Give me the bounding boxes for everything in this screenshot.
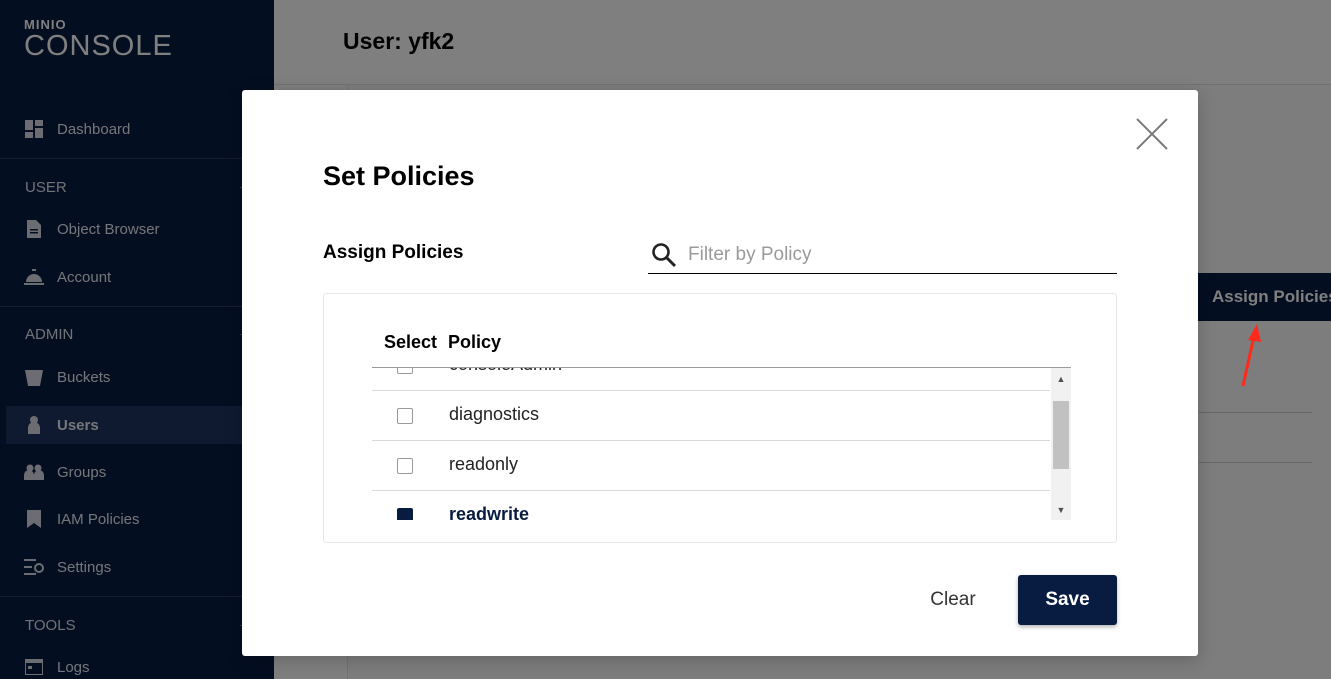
sidebar-item-label: Settings	[57, 558, 112, 576]
scroll-thumb[interactable]	[1053, 401, 1069, 469]
user-icon	[24, 415, 44, 435]
divider	[0, 306, 274, 307]
sidebar-item-buckets[interactable]: Buckets	[0, 358, 242, 396]
policies-table: Select Policy consoleAdmin diagnostics r…	[323, 293, 1117, 543]
sidebar-item-groups[interactable]: Groups	[0, 453, 242, 491]
policy-filter	[648, 237, 1117, 274]
set-policies-modal: Set Policies Assign Policies Select Poli…	[242, 90, 1198, 656]
sidebar-item-label: Logs	[57, 658, 90, 676]
policy-name: diagnostics	[449, 404, 540, 424]
sidebar-item-label: Dashboard	[57, 120, 131, 138]
table-row[interactable]: readonly	[372, 441, 1050, 491]
policy-filter-input[interactable]	[688, 244, 1108, 266]
table-row[interactable]: diagnostics	[372, 391, 1050, 441]
sidebar-item-object-browser[interactable]: Object Browser	[0, 210, 242, 248]
sidebar: MINIO CONSOLE Dashboard USER Object Brow…	[0, 0, 274, 679]
sidebar-item-label: Users	[57, 416, 99, 434]
groups-icon	[24, 462, 44, 482]
sidebar-item-settings[interactable]: Settings	[0, 548, 242, 586]
policy-name: readonly	[449, 454, 519, 474]
sidebar-item-label: Buckets	[57, 368, 111, 386]
service-bell-icon	[24, 267, 44, 287]
sidebar-item-label: Account	[57, 268, 112, 286]
divider	[0, 596, 274, 597]
policy-name: consoleAdmin	[449, 368, 562, 375]
annotation-arrow-icon	[1241, 324, 1261, 387]
close-icon[interactable]	[1136, 118, 1168, 150]
file-icon	[24, 219, 44, 239]
divider	[1199, 462, 1312, 463]
page-title: User: yfk2	[343, 28, 455, 54]
policy-checkbox[interactable]	[397, 458, 413, 474]
logs-icon	[24, 657, 44, 677]
modal-title: Set Policies	[323, 161, 475, 191]
sidebar-item-label: IAM Policies	[57, 510, 140, 528]
sidebar-item-logs[interactable]: Logs	[0, 648, 242, 679]
logo[interactable]: MINIO CONSOLE	[24, 18, 173, 61]
sidebar-item-dashboard[interactable]: Dashboard	[0, 110, 242, 148]
settings-icon	[24, 557, 44, 577]
column-header-select[interactable]: Select	[384, 332, 437, 353]
search-icon	[652, 243, 677, 268]
section-user: USER	[25, 179, 67, 196]
logo-product: CONSOLE	[24, 30, 173, 62]
save-button[interactable]: Save	[1018, 575, 1117, 625]
policy-checkbox[interactable]	[397, 368, 413, 374]
sidebar-item-users[interactable]: Users	[6, 406, 248, 444]
assign-policies-button[interactable]: Assign Policies	[1198, 273, 1331, 321]
divider	[1199, 412, 1312, 413]
section-admin: ADMIN	[25, 326, 74, 343]
scrollbar[interactable]: ▲ ▼	[1051, 368, 1071, 520]
policy-name: readwrite	[449, 504, 530, 520]
sidebar-item-iam-policies[interactable]: IAM Policies	[0, 500, 242, 538]
scroll-up-icon[interactable]: ▲	[1051, 370, 1071, 387]
policy-checkbox-checked[interactable]	[397, 508, 413, 520]
scroll-down-icon[interactable]: ▼	[1051, 501, 1071, 518]
sidebar-item-label: Object Browser	[57, 220, 160, 238]
assign-policies-heading: Assign Policies	[323, 242, 464, 263]
divider	[0, 158, 274, 159]
table-row[interactable]: readwrite	[372, 491, 1050, 520]
sidebar-item-account[interactable]: Account	[0, 258, 242, 296]
policies-list: consoleAdmin diagnostics readonly readwr…	[372, 368, 1050, 520]
sidebar-item-label: Groups	[57, 463, 107, 481]
section-tools: TOOLS	[25, 617, 76, 634]
table-row[interactable]: consoleAdmin	[372, 368, 1050, 391]
clear-button[interactable]: Clear	[906, 575, 1000, 625]
bookmark-icon	[24, 509, 44, 529]
column-header-policy[interactable]: Policy	[448, 332, 501, 353]
policy-checkbox[interactable]	[397, 408, 413, 424]
assign-policies-label: Assign Policies	[1212, 287, 1331, 306]
page-header: User: yfk2	[274, 0, 1331, 85]
bucket-icon	[24, 367, 44, 387]
dashboard-icon	[24, 119, 44, 139]
